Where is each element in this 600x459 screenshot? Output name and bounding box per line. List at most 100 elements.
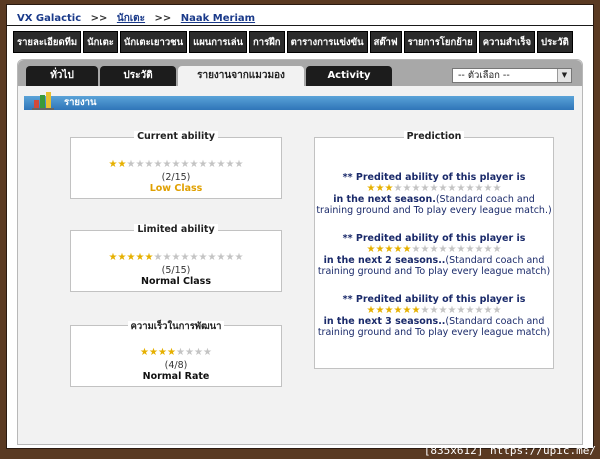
prediction-note-2: training ground and To play every league… bbox=[317, 266, 551, 277]
star-empty-icon: ★ bbox=[126, 159, 136, 170]
nav-button[interactable]: แผนการเล่น bbox=[189, 31, 248, 53]
star-empty-icon: ★ bbox=[456, 244, 466, 255]
star-empty-icon: ★ bbox=[171, 252, 181, 263]
prediction-stars: ★★★★★★★★★★★★★★★ bbox=[367, 244, 502, 255]
star-filled-icon: ★ bbox=[117, 252, 127, 263]
limited-ability-box: Limited ability ★★★★★★★★★★★★★★★ (5/15) N… bbox=[70, 224, 282, 292]
limited-ability-count: (5/15) bbox=[161, 265, 191, 276]
star-filled-icon: ★ bbox=[108, 252, 118, 263]
limited-ability-class: Normal Class bbox=[141, 276, 211, 287]
growth-rate-title: ความเร็วในการพัฒนา bbox=[127, 321, 225, 332]
star-filled-icon: ★ bbox=[375, 305, 385, 316]
star-empty-icon: ★ bbox=[176, 347, 185, 358]
nav-button[interactable]: นักเตะเยาวชน bbox=[119, 31, 188, 53]
star-empty-icon: ★ bbox=[474, 244, 484, 255]
prediction-when: in the next season. bbox=[333, 194, 436, 205]
star-filled-icon: ★ bbox=[384, 305, 394, 316]
watermark: [835x612] https://upic.me/ bbox=[423, 444, 596, 457]
star-empty-icon: ★ bbox=[225, 159, 235, 170]
star-filled-icon: ★ bbox=[402, 244, 412, 255]
star-empty-icon: ★ bbox=[465, 183, 475, 194]
nav-button[interactable]: ตารางการแข่งขัน bbox=[286, 31, 368, 53]
star-empty-icon: ★ bbox=[411, 244, 421, 255]
star-filled-icon: ★ bbox=[135, 252, 145, 263]
chart-icon bbox=[32, 92, 54, 110]
star-empty-icon: ★ bbox=[429, 183, 439, 194]
star-empty-icon: ★ bbox=[402, 183, 412, 194]
nav-button[interactable]: ความสำเร็จ bbox=[478, 31, 536, 53]
star-empty-icon: ★ bbox=[429, 305, 439, 316]
nav-button[interactable]: ประวัติ bbox=[537, 31, 573, 53]
tab-activity[interactable]: Activity bbox=[306, 66, 392, 86]
nav-button[interactable]: รายการโยกย้าย bbox=[403, 31, 477, 53]
star-filled-icon: ★ bbox=[144, 252, 154, 263]
main-nav: รายละเอียดทีม นักเตะ นักเตะเยาวชน แผนการเล่… bbox=[13, 31, 573, 53]
growth-rate-class: Normal Rate bbox=[142, 371, 210, 382]
star-empty-icon: ★ bbox=[162, 252, 172, 263]
prediction-list: ** Predited ability of this player is ★★★… bbox=[315, 172, 553, 355]
section-label: รายงาน bbox=[64, 97, 97, 108]
star-empty-icon: ★ bbox=[438, 183, 448, 194]
options-select[interactable]: -- ตัวเลือก -- ▼ bbox=[452, 68, 572, 83]
star-empty-icon: ★ bbox=[171, 159, 181, 170]
star-filled-icon: ★ bbox=[366, 305, 376, 316]
nav-button[interactable]: การฝึก bbox=[249, 31, 285, 53]
breadcrumb-players-link[interactable]: นักเตะ bbox=[117, 13, 145, 24]
star-filled-icon: ★ bbox=[375, 183, 385, 194]
star-empty-icon: ★ bbox=[234, 159, 244, 170]
star-filled-icon: ★ bbox=[126, 252, 136, 263]
breadcrumb: VX Galactic >> นักเตะ >> Naak Meriam bbox=[17, 11, 261, 26]
star-empty-icon: ★ bbox=[153, 159, 163, 170]
star-filled-icon: ★ bbox=[117, 159, 127, 170]
tab-scout-report[interactable]: รายงานจากแมวมอง bbox=[178, 66, 304, 88]
star-empty-icon: ★ bbox=[203, 347, 212, 358]
breadcrumb-separator: >> bbox=[90, 13, 108, 24]
current-ability-title: Current ability bbox=[134, 131, 218, 142]
breadcrumb-separator: >> bbox=[154, 13, 172, 24]
prediction-head: ** Predited ability of this player is bbox=[342, 294, 526, 305]
star-filled-icon: ★ bbox=[366, 183, 376, 194]
star-empty-icon: ★ bbox=[474, 305, 484, 316]
star-empty-icon: ★ bbox=[207, 252, 217, 263]
breadcrumb-divider bbox=[7, 25, 593, 26]
prediction-stars: ★★★★★★★★★★★★★★★ bbox=[366, 305, 502, 316]
star-empty-icon: ★ bbox=[216, 252, 226, 263]
prediction-stars: ★★★★★★★★★★★★★★★ bbox=[366, 183, 502, 194]
star-empty-icon: ★ bbox=[189, 252, 199, 263]
limited-ability-stars: ★★★★★★★★★★★★★★★ bbox=[108, 252, 244, 263]
prediction-note: (Standard coach and bbox=[435, 194, 535, 205]
tab-general[interactable]: ทั่วไป bbox=[26, 66, 98, 86]
breadcrumb-team-link[interactable]: VX Galactic bbox=[17, 13, 81, 24]
star-filled-icon: ★ bbox=[108, 159, 118, 170]
prediction-when: in the next 3 seasons.. bbox=[323, 316, 446, 327]
star-filled-icon: ★ bbox=[402, 305, 412, 316]
chevron-down-icon[interactable]: ▼ bbox=[557, 69, 571, 82]
breadcrumb-player-link[interactable]: Naak Meriam bbox=[181, 13, 255, 24]
star-filled-icon: ★ bbox=[393, 305, 403, 316]
tab-history[interactable]: ประวัติ bbox=[100, 66, 176, 86]
nav-button[interactable]: นักเตะ bbox=[83, 31, 118, 53]
star-empty-icon: ★ bbox=[438, 244, 448, 255]
star-empty-icon: ★ bbox=[194, 347, 203, 358]
star-empty-icon: ★ bbox=[180, 252, 190, 263]
prediction-when: in the next 2 seasons.. bbox=[323, 255, 446, 266]
star-empty-icon: ★ bbox=[447, 244, 457, 255]
current-ability-count: (2/15) bbox=[161, 172, 191, 183]
star-empty-icon: ★ bbox=[456, 183, 466, 194]
star-empty-icon: ★ bbox=[180, 159, 190, 170]
star-empty-icon: ★ bbox=[474, 183, 484, 194]
nav-button[interactable]: สต๊าฟ bbox=[369, 31, 402, 53]
nav-button[interactable]: รายละเอียดทีม bbox=[13, 31, 82, 53]
prediction-head: ** Predited ability of this player is bbox=[342, 172, 526, 183]
star-empty-icon: ★ bbox=[447, 183, 457, 194]
star-empty-icon: ★ bbox=[207, 159, 217, 170]
prediction-box: Prediction ** Predited ability of this p… bbox=[314, 131, 554, 369]
star-empty-icon: ★ bbox=[483, 183, 493, 194]
star-empty-icon: ★ bbox=[411, 183, 421, 194]
star-empty-icon: ★ bbox=[198, 159, 208, 170]
prediction-head: ** Predited ability of this player is bbox=[342, 233, 526, 244]
star-empty-icon: ★ bbox=[492, 183, 502, 194]
star-filled-icon: ★ bbox=[140, 347, 149, 358]
star-empty-icon: ★ bbox=[144, 159, 154, 170]
tab-bar: ทั่วไป ประวัติ รายงานจากแมวมอง Activity … bbox=[18, 60, 582, 88]
